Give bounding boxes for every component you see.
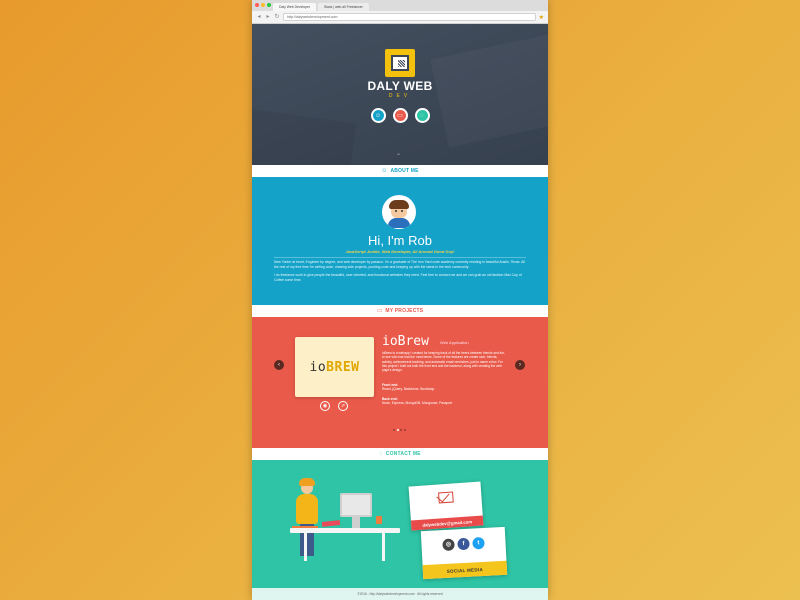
avatar [382, 195, 416, 229]
browser-window: Daly Web Developer Slack | web.all Freel… [252, 0, 548, 600]
github-icon[interactable]: ◎ [442, 538, 455, 552]
carousel-indicators [393, 429, 406, 431]
address-input[interactable]: http://dalywebdevelopment.com [283, 13, 536, 21]
chat-icon: ◌ [416, 110, 428, 121]
github-link-icon[interactable]: ◉ [320, 401, 330, 411]
user-icon: ☺ [381, 168, 388, 174]
project-title: ioBrew [382, 334, 429, 349]
project-screenshot[interactable]: ioBREW [295, 337, 374, 397]
social-card: ◎ f t SOCIAL MEDIA [420, 526, 508, 580]
browser-tab-active[interactable]: Daly Web Developer [273, 3, 317, 11]
website: DALY WEB DEV ☺ ▭ ◌ ⌄ ☺ ABOUT ME Hi, I'm … [252, 24, 548, 600]
illustration-desk-leg [382, 533, 385, 561]
projects-section: ‹ › ioBREW ◉ ⇗ ioBrew Web Application io… [252, 317, 548, 448]
illustration-hair [299, 478, 315, 486]
reload-icon[interactable]: ↻ [274, 14, 280, 20]
footer: ©2016 - http://dalywebdevelopment.com · … [252, 588, 548, 600]
project-logo: ioBREW [309, 359, 360, 375]
project-type: Web Application [440, 340, 469, 345]
illustration-person [296, 494, 318, 524]
bio-paragraph: I do freelance work to give people the b… [274, 273, 522, 282]
section-label: ABOUT ME [390, 168, 419, 174]
greeting-heading: Hi, I'm Rob [368, 233, 432, 248]
forward-icon[interactable]: ▸ [265, 14, 271, 20]
contact-section-header: ◌ CONTACT ME [252, 448, 548, 460]
browser-tab-bar: Daly Web Developer Slack | web.all Freel… [252, 0, 548, 11]
scroll-down-icon[interactable]: ⌄ [396, 151, 401, 157]
minimize-window-button[interactable] [261, 3, 265, 7]
about-nav-button[interactable]: ☺ [370, 108, 386, 123]
close-window-button[interactable] [255, 3, 259, 7]
carousel-dot[interactable] [393, 429, 395, 431]
bio-text: New Yorker at heart, Engineer by degree,… [274, 260, 526, 286]
twitter-icon[interactable]: t [472, 536, 485, 550]
url-bar: ◂ ▸ ↻ http://dalywebdevelopment.com ★ [252, 11, 548, 24]
carousel-dot-active[interactable] [396, 429, 399, 431]
maximize-window-button[interactable] [267, 3, 271, 7]
social-media-label: SOCIAL MEDIA [422, 560, 508, 580]
brand-subtitle: DEV [388, 93, 412, 99]
chat-icon: ◌ [379, 451, 383, 457]
section-label: CONTACT ME [385, 451, 421, 457]
brand-logo-icon [385, 49, 415, 77]
bookmark-star-icon[interactable]: ★ [539, 14, 544, 21]
carousel-dot[interactable] [403, 429, 406, 431]
contact-section: dalywebdev@gmail.com ◎ f t SOCIAL MEDIA [252, 460, 548, 588]
project-frontend: Front end: React, jQuery, Backbone, Boots… [382, 383, 435, 392]
bio-paragraph: New Yorker at heart, Engineer by degree,… [274, 260, 525, 269]
browser-tab[interactable]: Slack | web.all Freelancer [318, 3, 369, 11]
folder-icon: ▭ [376, 308, 383, 314]
project-links: ◉ ⇗ [320, 401, 348, 411]
role-tagline: JavaScript Junkie, Web Developer, All Ar… [345, 249, 455, 254]
external-link-icon[interactable]: ⇗ [338, 401, 348, 411]
projects-section-header: ▭ MY PROJECTS [252, 305, 548, 317]
carousel-prev-button[interactable]: ‹ [274, 360, 284, 370]
about-section-header: ☺ ABOUT ME [252, 165, 548, 177]
illustration-monitor [340, 493, 372, 517]
hero-nav: ☺ ▭ ◌ [252, 108, 548, 123]
illustration-monitor-stand [352, 517, 360, 528]
illustration-paper [321, 520, 341, 527]
gmail-icon [438, 491, 454, 504]
section-label: MY PROJECTS [385, 308, 424, 314]
contact-nav-button[interactable]: ◌ [414, 108, 430, 123]
divider [274, 257, 526, 258]
project-description: ioBrew is a webapp I created for keeping… [382, 351, 505, 373]
email-card[interactable]: dalywebdev@gmail.com [408, 481, 484, 531]
carousel-dot[interactable] [400, 429, 402, 431]
about-section: Hi, I'm Rob JavaScript Junkie, Web Devel… [252, 177, 548, 305]
illustration-mug [376, 516, 382, 524]
window-controls [255, 3, 271, 7]
folder-icon: ▭ [394, 110, 406, 121]
carousel-next-button[interactable]: › [515, 360, 525, 370]
project-backend: Back end: Node, Express, MongoDB, Mongoos… [382, 397, 453, 406]
brand-name: DALY WEB [367, 79, 433, 93]
facebook-icon[interactable]: f [457, 537, 470, 551]
hero-section: DALY WEB DEV ☺ ▭ ◌ ⌄ [252, 24, 548, 165]
projects-nav-button[interactable]: ▭ [392, 108, 408, 123]
illustration-desk-leg [304, 533, 307, 561]
back-icon[interactable]: ◂ [256, 14, 262, 20]
user-icon: ☺ [372, 110, 384, 121]
